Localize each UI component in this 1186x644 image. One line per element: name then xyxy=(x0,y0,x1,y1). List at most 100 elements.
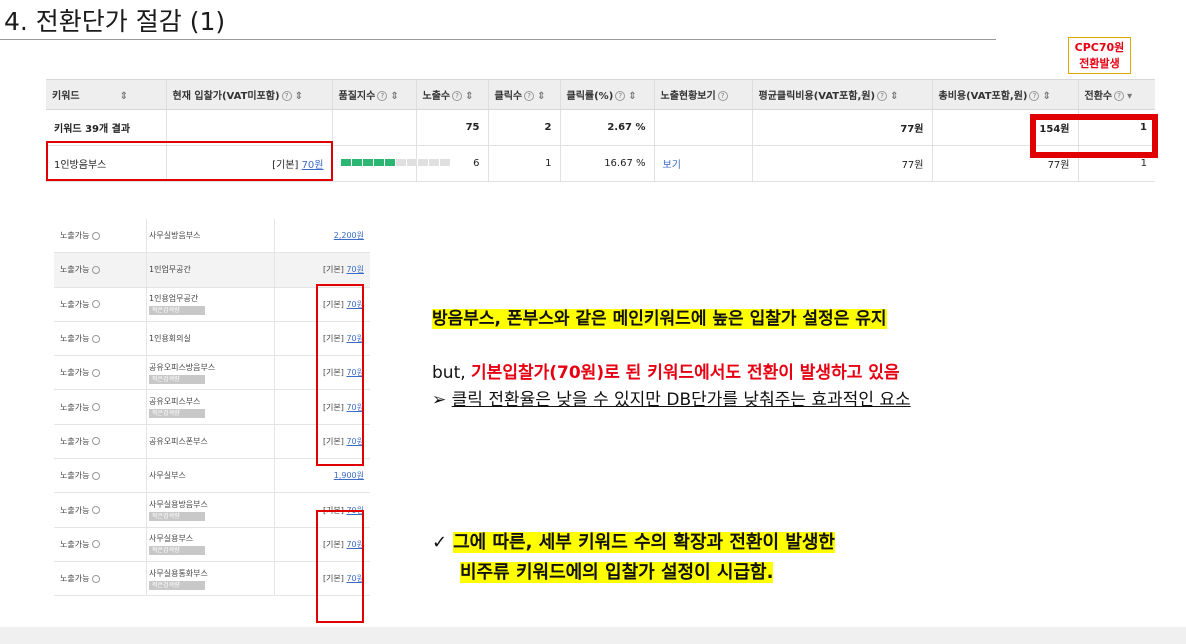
info-icon[interactable] xyxy=(92,506,101,515)
sort-icon[interactable]: ⇕ xyxy=(295,91,303,102)
cpc-badge: CPC70원 전환발생 xyxy=(1068,37,1131,74)
title-divider xyxy=(0,39,996,40)
sort-icon[interactable]: ⇕ xyxy=(120,91,128,102)
summary-view xyxy=(653,109,752,146)
keyword-name[interactable]: 1인업무공간 xyxy=(146,253,274,287)
status-label: 노출가능 xyxy=(54,402,146,413)
col-impressions[interactable]: 노출수? ⇕ xyxy=(415,79,488,110)
bid-price-link[interactable]: 1,900원 xyxy=(334,470,364,481)
help-icon[interactable]: ? xyxy=(1114,91,1125,101)
info-icon[interactable] xyxy=(92,368,101,377)
help-icon[interactable]: ? xyxy=(615,91,626,101)
col-keyword[interactable]: 키워드 ⇕ xyxy=(46,79,166,110)
help-icon[interactable]: ? xyxy=(524,91,535,101)
keyword-name[interactable]: 사무실부스 xyxy=(146,459,274,493)
sort-icon[interactable]: ⇕ xyxy=(537,91,545,102)
chevron-down-icon[interactable]: ▾ xyxy=(1127,91,1132,102)
low-search-badge: 적은검색량 xyxy=(149,546,205,556)
arrow-bullet-icon: ➢ xyxy=(432,390,447,410)
highlight-box-default-bids-2 xyxy=(316,510,364,623)
status-label: 노출가능 xyxy=(54,470,146,481)
help-icon[interactable]: ? xyxy=(717,91,728,101)
sort-icon[interactable]: ⇕ xyxy=(390,91,398,102)
highlight-box-keyword-bid xyxy=(46,141,333,181)
bid-price: 2,200원 xyxy=(274,219,370,253)
keyword-name[interactable]: 사무실용통화부스 적은검색량 xyxy=(146,561,274,596)
note-line-1: 방음부스, 폰부스와 같은 메인키워드에 높은 입찰가 설정은 유지 xyxy=(432,309,887,329)
help-icon[interactable]: ? xyxy=(281,91,292,101)
quality-bar-segment xyxy=(417,159,428,166)
keyword-name[interactable]: 사무실용부스 적은검색량 xyxy=(146,527,274,561)
quality-bar-segment xyxy=(395,159,406,166)
status-label: 노출가능 xyxy=(54,505,146,516)
bid-price-link[interactable]: 70원 xyxy=(346,264,364,275)
info-icon[interactable] xyxy=(92,574,101,583)
keyword-name[interactable]: 1인용회의실 xyxy=(146,321,274,356)
quality-bar-segment xyxy=(428,159,439,166)
note-line-2: but, 기본입찰가(70원)로 된 키워드에서도 전환이 발생하고 있음 xyxy=(432,363,900,383)
col-quality[interactable]: 품질지수? ⇕ xyxy=(331,79,416,110)
info-icon[interactable] xyxy=(92,334,101,343)
help-icon[interactable]: ? xyxy=(377,91,388,101)
col-clicks[interactable]: 클릭수? ⇕ xyxy=(487,79,560,110)
help-icon[interactable]: ? xyxy=(1029,91,1040,101)
info-icon[interactable] xyxy=(92,540,101,549)
table-header-row: 키워드 ⇕ 현재 입찰가(VAT미포함)? ⇕ 품질지수? ⇕ 노출수? ⇕ 클릭수? ⇕… xyxy=(46,79,1155,110)
keyword-name[interactable]: 1인용업무공간 적은검색량 xyxy=(146,287,274,321)
keyword-name[interactable]: 공유오피스부스 적은검색량 xyxy=(146,390,274,424)
keyword-name[interactable]: 사무실용방음부스 적은검색량 xyxy=(146,493,274,527)
help-icon[interactable]: ? xyxy=(452,91,463,101)
list-item: 노출가능 사무실방음부스 2,200원 xyxy=(54,219,370,254)
sort-icon[interactable]: ⇕ xyxy=(1042,91,1050,102)
summary-impressions: 75 xyxy=(415,109,488,146)
list-item: 노출가능 1인업무공간 [기본] 70원 xyxy=(54,253,370,288)
row-ctr: 16.67 % xyxy=(559,145,654,182)
summary-quality xyxy=(331,109,416,146)
quality-bar-segment xyxy=(362,159,373,166)
quality-meter xyxy=(340,158,451,169)
status-label: 노출가능 xyxy=(54,436,146,447)
info-icon[interactable] xyxy=(92,300,101,309)
bid-price-link[interactable]: 2,200원 xyxy=(334,230,364,241)
keyword-name[interactable]: 공유오피스방음부스 적은검색량 xyxy=(146,356,274,390)
col-view[interactable]: 노출현황보기? xyxy=(653,79,752,110)
quality-bar-segment xyxy=(406,159,417,166)
summary-avg-cpc: 77원 xyxy=(751,109,932,146)
status-label: 노출가능 xyxy=(54,299,146,310)
sort-icon[interactable]: ⇕ xyxy=(465,91,473,102)
status-label: 노출가능 xyxy=(54,333,146,344)
keyword-name[interactable]: 사무실방음부스 xyxy=(146,219,274,253)
col-conversions[interactable]: 전환수? ▾ xyxy=(1077,79,1155,110)
status-label: 노출가능 xyxy=(54,230,146,241)
check-icon: ✓ xyxy=(432,532,448,553)
help-icon[interactable]: ? xyxy=(877,91,888,101)
low-search-badge: 적은검색량 xyxy=(149,512,205,522)
sort-icon[interactable]: ⇕ xyxy=(890,91,898,102)
status-label: 노출가능 xyxy=(54,573,146,584)
quality-bar-segment xyxy=(373,159,384,166)
row-quality xyxy=(331,145,450,182)
info-icon[interactable] xyxy=(92,265,101,274)
slide-footer-band xyxy=(0,627,1186,644)
info-icon[interactable] xyxy=(92,231,101,240)
sort-icon[interactable]: ⇕ xyxy=(628,91,636,102)
highlight-box-cost-conversion xyxy=(1030,114,1158,158)
low-search-badge: 적은검색량 xyxy=(149,306,205,316)
col-bid[interactable]: 현재 입찰가(VAT미포함)? ⇕ xyxy=(165,79,332,110)
info-icon[interactable] xyxy=(92,437,101,446)
quality-bar-segment xyxy=(351,159,362,166)
status-label: 노출가능 xyxy=(54,264,146,275)
status-label: 노출가능 xyxy=(54,539,146,550)
view-link[interactable]: 보기 xyxy=(653,145,752,182)
bid-price: [기본] 70원 xyxy=(274,253,370,287)
keyword-name[interactable]: 공유오피스폰부스 xyxy=(146,424,274,459)
quality-bar-segment xyxy=(340,159,351,166)
col-avg-cpc[interactable]: 평균클릭비용(VAT포함,원)? ⇕ xyxy=(751,79,932,110)
col-ctr[interactable]: 클릭률(%)? ⇕ xyxy=(559,79,654,110)
col-total-cost[interactable]: 총비용(VAT포함,원)? ⇕ xyxy=(931,79,1078,110)
info-icon[interactable] xyxy=(92,403,101,412)
low-search-badge: 적은검색량 xyxy=(149,374,205,384)
cpc-badge-line1: CPC70원 xyxy=(1074,41,1125,54)
row-clicks: 1 xyxy=(487,145,560,182)
info-icon[interactable] xyxy=(92,471,101,480)
